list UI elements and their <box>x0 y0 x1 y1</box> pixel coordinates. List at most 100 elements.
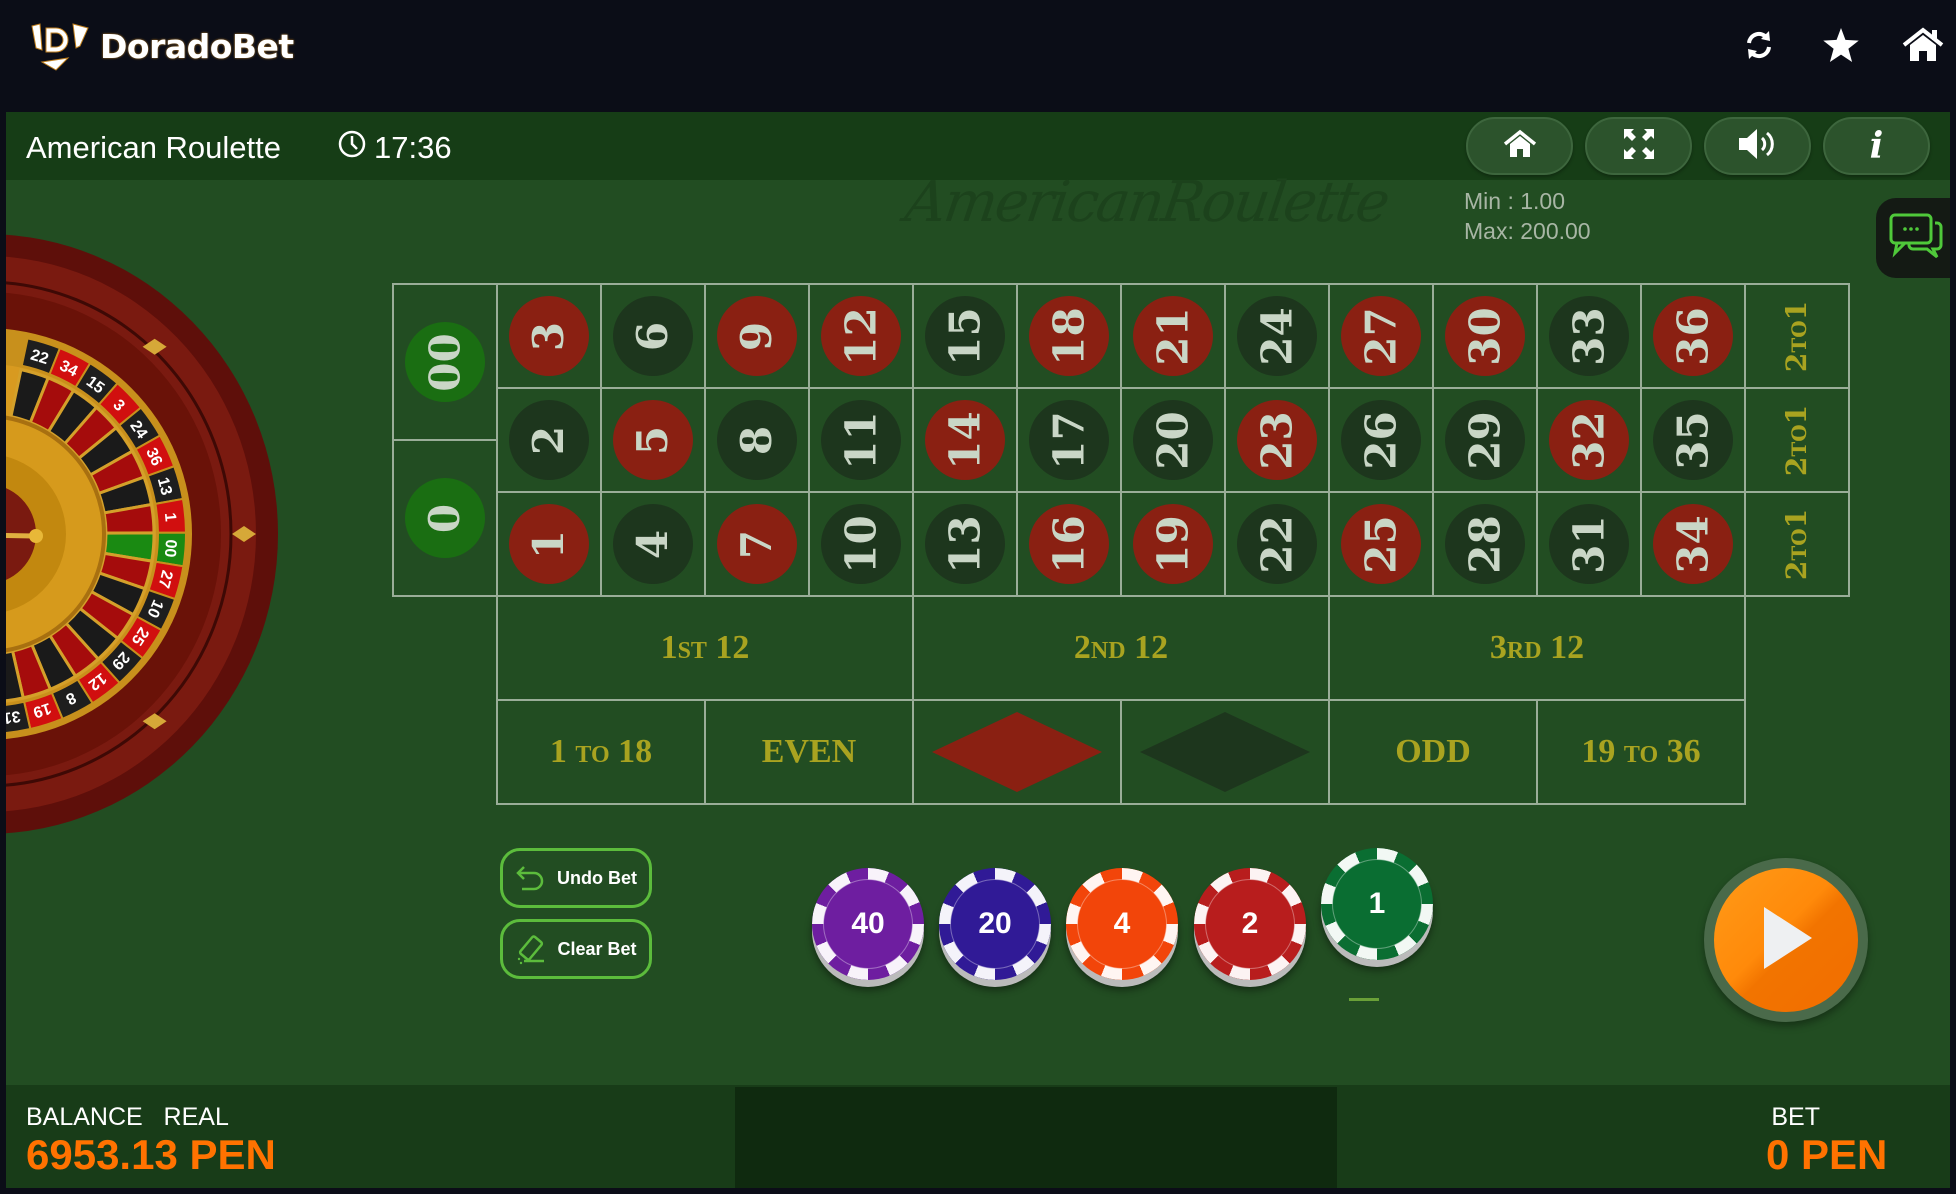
number-label: 20 <box>1148 410 1198 470</box>
number-label: 22 <box>1252 514 1302 574</box>
game-title: American Roulette <box>26 130 282 165</box>
bet-cell-35[interactable]: 35 <box>1640 387 1746 493</box>
chip-value: 4 <box>1113 907 1131 940</box>
min-limit: Min : 1.00 <box>1464 188 1565 214</box>
dozen-bet-1[interactable]: 1st 12 <box>496 595 914 701</box>
number-label: 31 <box>1564 514 1614 574</box>
bet-cell-1[interactable]: 1 <box>496 491 602 597</box>
bet-cell-21[interactable]: 21 <box>1120 283 1226 389</box>
column-bet-3[interactable]: 2to1 <box>1744 283 1850 389</box>
bet-cell-29[interactable]: 29 <box>1432 387 1538 493</box>
bet-cell-2[interactable]: 2 <box>496 387 602 493</box>
outside-bet-high[interactable]: 19 to 36 <box>1536 699 1746 805</box>
brand-logo[interactable]: DoradoBet <box>30 20 294 72</box>
play-icon <box>1756 903 1816 978</box>
number-disc: 10 <box>821 504 901 584</box>
clear-bet-button[interactable]: Clear Bet <box>500 919 652 979</box>
lobby-home-button[interactable] <box>1466 117 1573 175</box>
bet-cell-26[interactable]: 26 <box>1328 387 1434 493</box>
bet-cell-23[interactable]: 23 <box>1224 387 1330 493</box>
bet-cell-18[interactable]: 18 <box>1016 283 1122 389</box>
number-disc: 17 <box>1029 400 1109 480</box>
bet-cell-00[interactable]: 00 <box>392 283 498 441</box>
bet-cell-3[interactable]: 3 <box>496 283 602 389</box>
sound-button[interactable] <box>1704 117 1811 175</box>
refresh-icon[interactable] <box>1736 22 1782 68</box>
chip-4[interactable]: 4 <box>1066 868 1178 980</box>
bet-cell-9[interactable]: 9 <box>704 283 810 389</box>
bet-cell-15[interactable]: 15 <box>912 283 1018 389</box>
bet-cell-36[interactable]: 36 <box>1640 283 1746 389</box>
bet-cell-32[interactable]: 32 <box>1536 387 1642 493</box>
dozen-bet-3[interactable]: 3rd 12 <box>1328 595 1746 701</box>
number-label: 13 <box>940 514 990 574</box>
undo-bet-button[interactable]: Undo Bet <box>500 848 652 908</box>
outside-bet-low[interactable]: 1 to 18 <box>496 699 706 805</box>
column-bet-1[interactable]: 2to1 <box>1744 491 1850 597</box>
outside-bet-even[interactable]: EVEN <box>704 699 914 805</box>
bet-cell-4[interactable]: 4 <box>600 491 706 597</box>
chip-face: 20 <box>939 868 1051 980</box>
bet-cell-12[interactable]: 12 <box>808 283 914 389</box>
app-root: DoradoBet American Roulette 17:36 i Amer… <box>0 0 1956 1194</box>
outside-bet-red[interactable] <box>912 699 1122 805</box>
chip-2[interactable]: 2 <box>1194 868 1306 980</box>
bet-cell-17[interactable]: 17 <box>1016 387 1122 493</box>
bet-limits: Min : 1.00 Max: 200.00 <box>1464 186 1591 246</box>
number-label: 36 <box>1668 306 1718 366</box>
bet-cell-7[interactable]: 7 <box>704 491 810 597</box>
bet-cell-0[interactable]: 0 <box>392 439 498 597</box>
bet-cell-31[interactable]: 31 <box>1536 491 1642 597</box>
number-disc: 28 <box>1445 504 1525 584</box>
number-disc: 29 <box>1445 400 1525 480</box>
bet-cell-20[interactable]: 20 <box>1120 387 1226 493</box>
dozen-bet-2[interactable]: 2nd 12 <box>912 595 1330 701</box>
status-footer: BALANCE REAL 6953.13 PEN BET 0 PEN <box>6 1085 1950 1188</box>
number-disc: 00 <box>405 322 485 402</box>
bet-cell-16[interactable]: 16 <box>1016 491 1122 597</box>
number-disc: 4 <box>613 504 693 584</box>
chip-20[interactable]: 20 <box>939 868 1051 980</box>
bet-cell-22[interactable]: 22 <box>1224 491 1330 597</box>
fullscreen-button[interactable] <box>1585 117 1692 175</box>
number-disc: 23 <box>1237 400 1317 480</box>
bet-cell-19[interactable]: 19 <box>1120 491 1226 597</box>
column-bet-2[interactable]: 2to1 <box>1744 387 1850 493</box>
bet-cell-10[interactable]: 10 <box>808 491 914 597</box>
number-label: 10 <box>836 514 886 574</box>
bet-cell-28[interactable]: 28 <box>1432 491 1538 597</box>
bet-cell-30[interactable]: 30 <box>1432 283 1538 389</box>
number-disc: 32 <box>1549 400 1629 480</box>
bet-cell-13[interactable]: 13 <box>912 491 1018 597</box>
bet-cell-33[interactable]: 33 <box>1536 283 1642 389</box>
outside-bet-odd[interactable]: ODD <box>1328 699 1538 805</box>
info-button[interactable]: i <box>1823 117 1930 175</box>
chip-1[interactable]: 1 <box>1321 848 1433 960</box>
number-label: 24 <box>1252 306 1302 366</box>
bet-cell-6[interactable]: 6 <box>600 283 706 389</box>
info-icon: i <box>1869 125 1884 167</box>
chip-face: 1 <box>1321 848 1433 960</box>
chat-icon <box>1889 213 1943 264</box>
fullscreen-icon <box>1622 127 1656 166</box>
number-disc: 0 <box>405 478 485 558</box>
chat-button[interactable] <box>1876 198 1950 278</box>
star-icon[interactable] <box>1818 22 1864 68</box>
game-frame: American Roulette 17:36 i AmericanRoulet… <box>6 112 1950 1188</box>
bet-cell-8[interactable]: 8 <box>704 387 810 493</box>
game-header-buttons: i <box>1466 117 1930 175</box>
bet-cell-27[interactable]: 27 <box>1328 283 1434 389</box>
balance-label: BALANCE REAL <box>26 1103 229 1131</box>
spin-button[interactable] <box>1704 858 1868 1022</box>
bet-cell-11[interactable]: 11 <box>808 387 914 493</box>
undo-icon <box>511 864 551 892</box>
chip-40[interactable]: 40 <box>812 868 924 980</box>
bet-cell-14[interactable]: 14 <box>912 387 1018 493</box>
outside-bet-label: 1 to 18 <box>549 733 653 770</box>
home-icon[interactable] <box>1900 22 1946 68</box>
bet-cell-5[interactable]: 5 <box>600 387 706 493</box>
bet-cell-34[interactable]: 34 <box>1640 491 1746 597</box>
bet-cell-25[interactable]: 25 <box>1328 491 1434 597</box>
bet-cell-24[interactable]: 24 <box>1224 283 1330 389</box>
outside-bet-black[interactable] <box>1120 699 1330 805</box>
